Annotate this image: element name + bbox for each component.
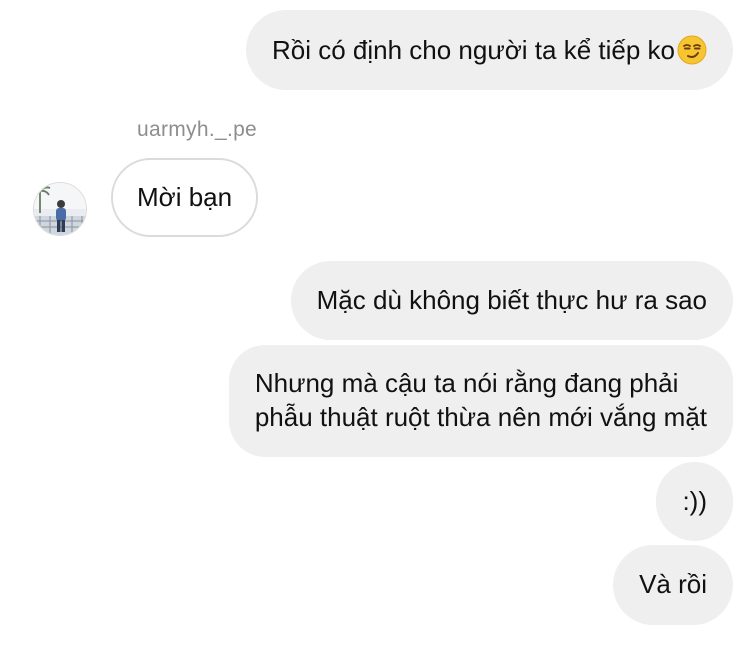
message-bubble-outgoing[interactable]: Rồi có định cho người ta kể tiếp ko [245,10,733,90]
message-text: Rồi có định cho người ta kể tiếp ko [271,35,675,65]
message-bubble-outgoing[interactable]: :)) [656,462,733,541]
message-text-line: phẫu thuật ruột thừa nên mới vắng mặt [254,402,707,432]
message-bubble-outgoing[interactable]: Và rồi [613,545,733,625]
message-text: :)) [682,486,707,516]
message-text: Và rồi [639,569,707,599]
message-bubble-outgoing[interactable]: Nhưng mà cậu ta nói rằng đang phải phẫu … [228,345,733,457]
smirk-emoji [677,35,707,73]
message-bubble-outgoing[interactable]: Mặc dù không biết thực hư ra sao [290,261,733,340]
avatar[interactable] [33,182,87,236]
message-bubble-incoming[interactable]: Mời bạn [111,158,259,237]
message-text: Mặc dù không biết thực hư ra sao [316,285,707,315]
sender-name[interactable]: uarmyh._.pe [137,118,257,142]
message-text: Mời bạn [137,182,233,212]
message-text-line: Nhưng mà cậu ta nói rằng đang phải [254,368,679,398]
